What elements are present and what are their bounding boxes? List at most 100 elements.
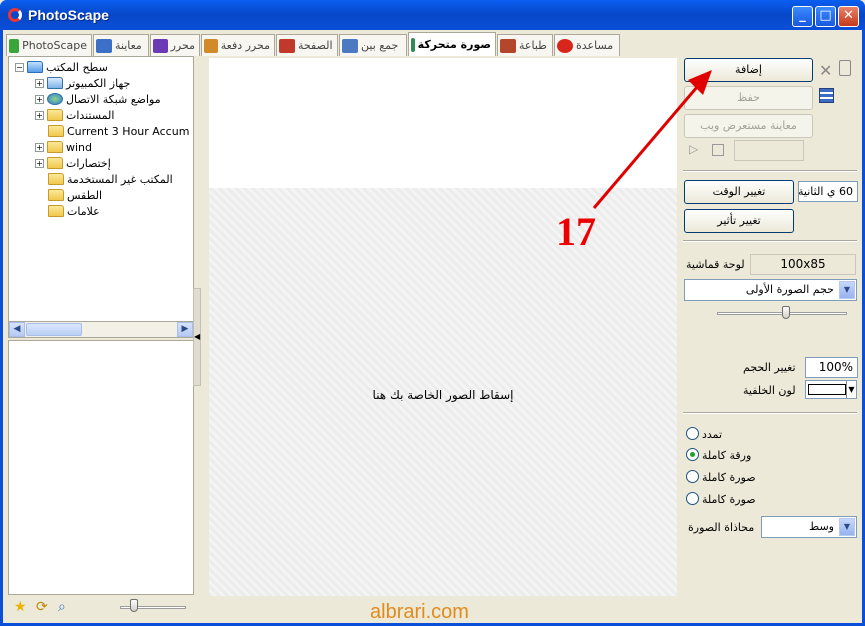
folder-icon (47, 141, 63, 153)
refresh-icon[interactable]: ⟳ (36, 599, 48, 615)
photoscape-tab-icon (9, 38, 20, 53)
folder-search-icon[interactable]: ⌕ (58, 599, 66, 615)
tab-animated-gif[interactable]: صورة متحركة (408, 32, 496, 56)
folder-icon (48, 189, 64, 201)
photoscape-logo-icon (8, 8, 22, 22)
stop-icon[interactable] (712, 144, 724, 156)
minimize-icon[interactable]: _ (792, 6, 813, 27)
full-image-radio-2[interactable] (686, 492, 699, 505)
tree-label: المستندات (66, 108, 115, 122)
tab-editor[interactable]: محرر (150, 34, 200, 56)
tree-item-my-computer[interactable]: + جهاز الكمبيوتر (35, 75, 130, 91)
full-image-radio[interactable] (686, 470, 699, 483)
close-icon[interactable]: ✕ (838, 6, 859, 27)
folder-icon (47, 157, 63, 169)
select-value: حجم الصورة الأولى (745, 283, 834, 296)
app-window: PhotoScape _ □ ✕ PhotoScape معاينة محرر … (0, 0, 865, 626)
tree-item-weather[interactable]: الطقس (48, 187, 102, 203)
favorite-star-icon[interactable]: ★ (14, 599, 27, 615)
frame-time-field[interactable]: 60 ي الثانية (798, 181, 858, 202)
drop-zone[interactable]: إسقاط الصور الخاصة بك هنا (209, 188, 677, 596)
frame-field[interactable] (734, 140, 804, 161)
size-slider-thumb[interactable] (782, 306, 790, 319)
remove-icon[interactable]: ✕ (819, 61, 832, 80)
separator (683, 170, 857, 172)
tree-item-wind[interactable]: + wind (35, 139, 92, 155)
expand-icon[interactable]: + (35, 110, 44, 120)
stretch-radio[interactable] (686, 427, 699, 440)
panel-collapse-handle[interactable]: ◀ (193, 288, 201, 386)
tree-item-shortcuts[interactable]: + إختصارات (35, 155, 111, 171)
tree-item-network[interactable]: + مواضع شبكة الاتصال (35, 91, 161, 107)
tree-item-bookmarks[interactable]: علامات (48, 203, 100, 219)
chevron-down-icon[interactable]: ▼ (839, 281, 855, 299)
change-effect-button[interactable]: تغيير تأثير (684, 209, 794, 233)
tab-label: جمع بين (361, 39, 399, 52)
web-preview-button[interactable]: معاينة مستعرض ويب (684, 114, 813, 138)
tab-photoscape[interactable]: PhotoScape (6, 34, 92, 56)
tree-label: المكتب غير المستخدمة (67, 172, 173, 186)
canvas-size-select[interactable]: حجم الصورة الأولى ▼ (684, 279, 857, 301)
tab-combine[interactable]: جمع بين (339, 34, 407, 56)
tab-label: صورة متحركة (417, 38, 491, 51)
tree-horizontal-scrollbar[interactable]: ◀ ▶ (8, 321, 194, 338)
tab-label: الصفحة (298, 39, 333, 52)
viewer-tab-icon (96, 38, 112, 53)
title-bar[interactable]: PhotoScape _ □ ✕ (0, 0, 865, 30)
save-button[interactable]: حفظ (684, 86, 813, 110)
expand-icon[interactable]: + (35, 142, 44, 152)
tree-label: إختصارات (66, 156, 111, 170)
folder-tree[interactable]: − سطح المكتب + جهاز الكمبيوتر + مواضع شبكة … (8, 56, 194, 338)
background-color-picker[interactable]: ▼ (805, 380, 857, 399)
tab-viewer[interactable]: معاينة (93, 34, 149, 56)
tree-item-documents[interactable]: + المستندات (35, 107, 114, 123)
window-title: PhotoScape (28, 7, 109, 23)
client-area: PhotoScape معاينة محرر محرر دفعة الصفحة … (3, 30, 862, 623)
folder-icon (47, 109, 63, 121)
maximize-icon[interactable]: □ (815, 6, 836, 27)
thumbnail-panel[interactable] (8, 340, 194, 595)
preview-area[interactable] (209, 58, 677, 188)
tab-label: معاينة (115, 39, 142, 52)
tab-label: PhotoScape (22, 39, 87, 52)
align-select[interactable]: وسط ▼ (761, 516, 857, 538)
tree-label: Current 3 Hour Accum (67, 124, 190, 138)
combine-tab-icon (342, 38, 358, 53)
add-button[interactable]: إضافة (684, 58, 813, 82)
trash-icon[interactable] (839, 60, 851, 76)
tree-item-current-3-hour[interactable]: Current 3 Hour Accum (48, 123, 189, 139)
full-paper-radio[interactable] (686, 448, 699, 461)
collapse-icon[interactable]: − (15, 62, 24, 72)
tree-item-unused-desktop[interactable]: المكتب غير المستخدمة (48, 171, 173, 187)
expand-icon[interactable]: + (35, 94, 44, 104)
expand-icon[interactable]: + (35, 158, 44, 168)
dropdown-arrow-icon[interactable]: ▼ (846, 381, 856, 398)
resize-field[interactable]: 100% (805, 357, 858, 378)
expand-icon[interactable]: + (35, 78, 44, 88)
tree-root[interactable]: − سطح المكتب (15, 59, 108, 75)
tab-print[interactable]: طباعة (497, 34, 553, 56)
scroll-left-icon[interactable]: ◀ (9, 322, 25, 337)
resize-label: تغيير الحجم (743, 361, 796, 374)
watermark: albrari.com (370, 601, 469, 623)
chevron-down-icon[interactable]: ▼ (839, 518, 855, 536)
scrollbar-thumb[interactable] (26, 323, 82, 336)
tab-help[interactable]: مساعدة (554, 34, 620, 56)
change-time-button[interactable]: تغيير الوقت (684, 180, 794, 204)
scroll-right-icon[interactable]: ▶ (177, 322, 193, 337)
tree-label: سطح المكتب (46, 60, 108, 74)
folder-icon (48, 173, 64, 185)
separator (683, 412, 857, 414)
align-label: محاذاة الصورة (688, 521, 755, 534)
tab-batch-editor[interactable]: محرر دفعة (201, 34, 275, 56)
drop-hint: إسقاط الصور الخاصة بك هنا (372, 388, 514, 402)
thumbnail-slider-thumb[interactable] (130, 599, 138, 612)
bottom-toolbar: ★ ⟳ ⌕ (8, 596, 194, 618)
tab-page[interactable]: الصفحة (276, 34, 338, 56)
tree-label: الطقس (67, 188, 103, 202)
list-view-icon[interactable] (819, 88, 834, 103)
background-color-label: لون الخلفية (743, 384, 796, 397)
page-tab-icon (279, 38, 295, 53)
full-paper-label: ورقة كاملة (702, 449, 752, 462)
play-icon[interactable]: ▷ (689, 142, 698, 156)
